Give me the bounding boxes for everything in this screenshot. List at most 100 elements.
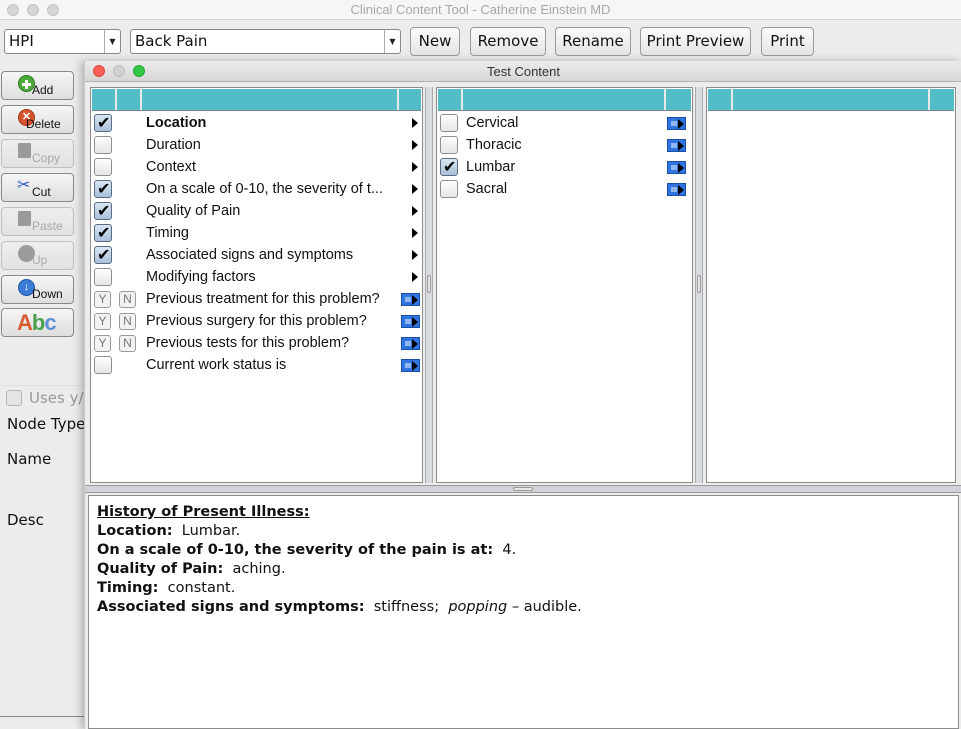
item-label: Quality of Pain — [146, 203, 241, 219]
item-label: Timing — [146, 225, 189, 241]
add-label: Add — [32, 83, 54, 97]
up-button[interactable]: Up — [1, 241, 74, 270]
category-dropdown[interactable]: HPI ▼ — [4, 29, 121, 54]
go-details-icon[interactable] — [667, 117, 686, 130]
list-item[interactable]: On a scale of 0-10, the severity of t... — [91, 178, 422, 200]
checkbox[interactable] — [440, 136, 458, 154]
submenu-arrow-icon[interactable] — [412, 250, 418, 260]
list-item[interactable]: Modifying factors — [91, 266, 422, 288]
list-item[interactable]: Duration — [91, 134, 422, 156]
paste-button[interactable]: Paste — [1, 207, 74, 236]
chevron-down-icon[interactable]: ▼ — [384, 30, 400, 53]
checkbox[interactable] — [440, 157, 458, 176]
narrative-value: aching. — [232, 561, 286, 577]
spellcheck-button[interactable]: Abc — [1, 308, 74, 337]
delete-button[interactable]: ✕ Delete — [1, 105, 74, 134]
rename-button[interactable]: Rename — [555, 27, 631, 56]
list-item[interactable]: Cervical — [437, 112, 692, 134]
submenu-arrow-icon[interactable] — [412, 206, 418, 216]
checkbox[interactable] — [440, 180, 458, 198]
horizontal-splitter[interactable] — [85, 485, 961, 493]
no-toggle[interactable]: N — [119, 313, 136, 330]
go-details-icon[interactable] — [401, 293, 420, 306]
yes-toggle[interactable]: Y — [94, 291, 111, 308]
list-item[interactable]: Quality of Pain — [91, 200, 422, 222]
spellcheck-icon: Abc — [17, 310, 57, 335]
list-item[interactable]: Sacral — [437, 178, 692, 200]
checkbox[interactable] — [440, 114, 458, 132]
vertical-splitter[interactable] — [425, 87, 433, 483]
narrative-preview[interactable]: History of Present Illness: Location: Lu… — [88, 495, 959, 729]
copy-button[interactable]: Copy — [1, 139, 74, 168]
location-options-panel: Cervical Thoracic Lumbar Sacral — [436, 87, 693, 483]
submenu-arrow-icon[interactable] — [412, 140, 418, 150]
go-details-icon[interactable] — [667, 161, 686, 174]
checkbox[interactable] — [94, 136, 112, 154]
uses-yn-checkbox[interactable] — [6, 390, 22, 406]
go-details-icon[interactable] — [401, 315, 420, 328]
checkbox[interactable] — [94, 356, 112, 374]
vertical-splitter[interactable] — [695, 87, 703, 483]
yes-toggle[interactable]: Y — [94, 335, 111, 352]
no-toggle[interactable]: N — [119, 291, 136, 308]
up-label: Up — [32, 253, 48, 267]
column-header[interactable] — [117, 89, 142, 110]
list-item[interactable]: Y N Previous surgery for this problem? — [91, 310, 422, 332]
list-item[interactable]: Location — [91, 112, 422, 134]
main-title-bar: Clinical Content Tool - Catherine Einste… — [0, 0, 961, 20]
submenu-arrow-icon[interactable] — [412, 184, 418, 194]
go-details-icon[interactable] — [667, 183, 686, 196]
splitter-grip[interactable] — [513, 487, 533, 491]
template-dropdown[interactable]: Back Pain ▼ — [130, 29, 401, 54]
list-item[interactable]: Associated signs and symptoms — [91, 244, 422, 266]
list-item[interactable]: Timing — [91, 222, 422, 244]
splitter-grip[interactable] — [427, 275, 431, 293]
narrative-label: Location: — [97, 523, 173, 539]
column-header[interactable] — [733, 89, 930, 110]
go-details-icon[interactable] — [667, 139, 686, 152]
checkbox[interactable] — [94, 245, 112, 264]
submenu-arrow-icon[interactable] — [412, 162, 418, 172]
yes-toggle[interactable]: Y — [94, 313, 111, 330]
paste-label: Paste — [32, 219, 63, 233]
cut-button[interactable]: ✂ Cut — [1, 173, 74, 202]
list-item[interactable]: Thoracic — [437, 134, 692, 156]
column-header[interactable] — [463, 89, 666, 110]
column-header[interactable] — [142, 89, 399, 110]
column-header[interactable] — [92, 89, 117, 110]
remove-button[interactable]: Remove — [470, 27, 546, 56]
list-item[interactable]: Lumbar — [437, 156, 692, 178]
new-button[interactable]: New — [410, 27, 460, 56]
paste-icon — [18, 211, 31, 226]
go-details-icon[interactable] — [401, 359, 420, 372]
print-button[interactable]: Print — [761, 27, 814, 56]
splitter-grip[interactable] — [697, 275, 701, 293]
checkbox[interactable] — [94, 201, 112, 220]
add-button[interactable]: Add — [1, 71, 74, 100]
down-button[interactable]: ↓ Down — [1, 275, 74, 304]
checkbox[interactable] — [94, 158, 112, 176]
chevron-down-icon[interactable]: ▼ — [104, 30, 120, 53]
print-preview-button[interactable]: Print Preview — [640, 27, 751, 56]
checkbox[interactable] — [94, 223, 112, 242]
no-toggle[interactable]: N — [119, 335, 136, 352]
go-details-icon[interactable] — [401, 337, 420, 350]
copy-icon — [18, 143, 31, 158]
list-item[interactable]: Y N Previous tests for this problem? — [91, 332, 422, 354]
checkbox[interactable] — [94, 179, 112, 198]
column-header[interactable] — [708, 89, 733, 110]
submenu-arrow-icon[interactable] — [412, 272, 418, 282]
list-item[interactable]: Context — [91, 156, 422, 178]
checkbox[interactable] — [94, 113, 112, 132]
test-content-window: Test Content Location Duration Context On a… — [84, 61, 961, 729]
list-item[interactable]: Y N Previous treatment for this problem? — [91, 288, 422, 310]
column-header[interactable] — [438, 89, 463, 110]
submenu-arrow-icon[interactable] — [412, 118, 418, 128]
panel-header — [708, 89, 954, 111]
panel-header — [92, 89, 421, 111]
checkbox[interactable] — [94, 268, 112, 286]
narrative-label: On a scale of 0-10, the severity of the … — [97, 542, 494, 558]
narrative-line: Timing: constant. — [97, 579, 950, 598]
submenu-arrow-icon[interactable] — [412, 228, 418, 238]
list-item[interactable]: Current work status is — [91, 354, 422, 376]
